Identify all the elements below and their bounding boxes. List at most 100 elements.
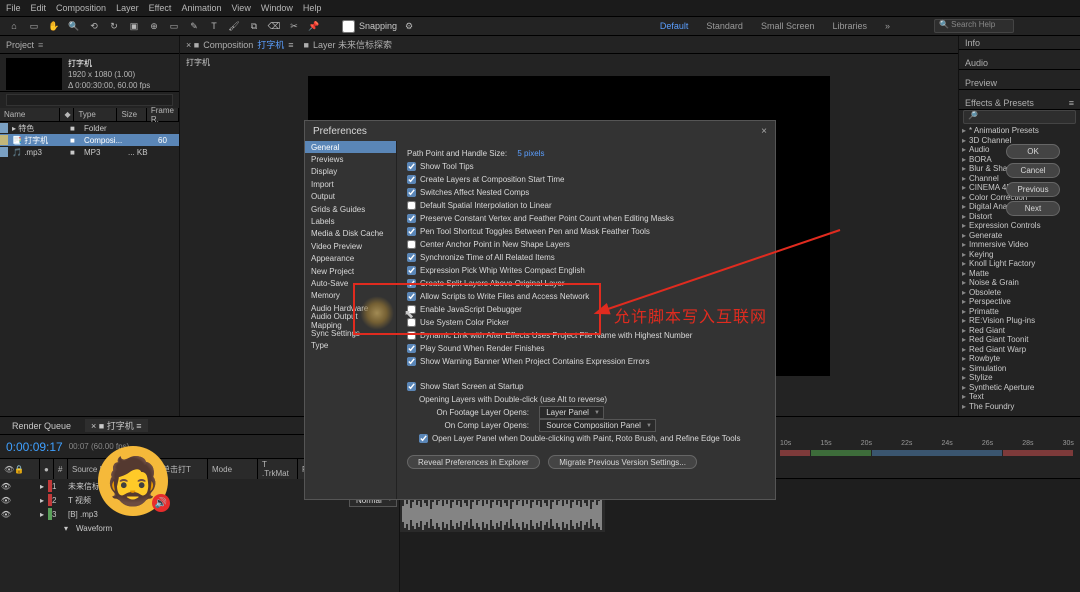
info-panel-header[interactable]: Info: [959, 36, 1080, 50]
project-search-input[interactable]: [6, 94, 173, 106]
opt-playsound-checkbox[interactable]: [407, 344, 416, 353]
fx-category[interactable]: ▸Text: [959, 392, 1080, 402]
opt-startup-checkbox[interactable]: [407, 382, 416, 391]
opt-warnexpr-checkbox[interactable]: [407, 357, 416, 366]
opt-splitabove-checkbox[interactable]: [407, 279, 416, 288]
fx-category[interactable]: ▸Synthetic Aperture: [959, 383, 1080, 393]
opt-anchor-checkbox[interactable]: [407, 240, 416, 249]
prefs-category-video-preview[interactable]: Video Preview: [305, 240, 396, 252]
fx-category[interactable]: ▸Knoll Light Factory: [959, 259, 1080, 269]
path-size-value[interactable]: 5 pixels: [517, 149, 544, 158]
stamp-tool-icon[interactable]: ⧉: [246, 18, 262, 34]
effects-search-input[interactable]: 🔎: [963, 110, 1076, 124]
current-time[interactable]: 0:00:09:17: [6, 440, 63, 454]
fx-category[interactable]: ▸Rowbyte: [959, 354, 1080, 364]
eraser-tool-icon[interactable]: ⌫: [266, 18, 282, 34]
fx-category[interactable]: ▸Keying: [959, 250, 1080, 260]
fx-category[interactable]: ▸Red Giant: [959, 326, 1080, 336]
fx-category[interactable]: ▸The Foundry: [959, 402, 1080, 412]
menu-help[interactable]: Help: [303, 3, 322, 13]
menu-animation[interactable]: Animation: [181, 3, 221, 13]
selection-tool-icon[interactable]: ▭: [26, 18, 42, 34]
workspace-small-screen[interactable]: Small Screen: [761, 21, 815, 31]
prefs-category-audio-output-mapping[interactable]: Audio Output Mapping: [305, 314, 396, 326]
fx-category[interactable]: ▸Simulation: [959, 364, 1080, 374]
puppet-tool-icon[interactable]: 📌: [306, 18, 322, 34]
prefs-category-new-project[interactable]: New Project: [305, 265, 396, 277]
opt-openlayer-checkbox[interactable]: [419, 434, 428, 443]
anchor-tool-icon[interactable]: ⊕: [146, 18, 162, 34]
fx-category[interactable]: ▸Perspective: [959, 297, 1080, 307]
next-button[interactable]: Next: [1006, 201, 1060, 216]
opt-scripts-checkbox[interactable]: [407, 292, 416, 301]
timeline-layer[interactable]: 👁▸3[B] .mp3: [0, 507, 399, 521]
project-row-folder[interactable]: ▸ 特色 ■ Folder: [0, 122, 179, 134]
project-tab[interactable]: Project: [6, 40, 34, 50]
effects-panel-header[interactable]: Effects & Presets≡: [959, 96, 1080, 110]
roto-tool-icon[interactable]: ✂: [286, 18, 302, 34]
fx-category[interactable]: ▸* Animation Presets: [959, 126, 1080, 136]
fx-category[interactable]: ▸Expression Controls: [959, 221, 1080, 231]
tab-render-queue[interactable]: Render Queue: [6, 421, 77, 431]
rotate-tool-icon[interactable]: ↻: [106, 18, 122, 34]
migrate-settings-button[interactable]: Migrate Previous Version Settings...: [548, 455, 697, 469]
ok-button[interactable]: OK: [1006, 144, 1060, 159]
audio-panel-header[interactable]: Audio: [959, 56, 1080, 70]
fx-category[interactable]: ▸Stylize: [959, 373, 1080, 383]
workspace-more-icon[interactable]: »: [885, 21, 890, 31]
menu-edit[interactable]: Edit: [31, 3, 47, 13]
fx-category[interactable]: ▸Immersive Video: [959, 240, 1080, 250]
reveal-prefs-button[interactable]: Reveal Preferences in Explorer: [407, 455, 540, 469]
orbit-tool-icon[interactable]: ⟲: [86, 18, 102, 34]
hand-tool-icon[interactable]: ✋: [46, 18, 62, 34]
menu-window[interactable]: Window: [261, 3, 293, 13]
fx-category[interactable]: ▸Generate: [959, 231, 1080, 241]
previous-button[interactable]: Previous: [1006, 182, 1060, 197]
opt-sync-checkbox[interactable]: [407, 253, 416, 262]
opt-jsdbg-checkbox[interactable]: [407, 305, 416, 314]
cancel-button[interactable]: Cancel: [1006, 163, 1060, 178]
panel-menu-icon[interactable]: ≡: [38, 40, 43, 50]
workspace-standard[interactable]: Standard: [706, 21, 743, 31]
fx-category[interactable]: ▸Red Giant Toonit: [959, 335, 1080, 345]
project-row-audio[interactable]: 🎵 .mp3 ■ MP3 ... KB: [0, 146, 179, 158]
opt-switches-checkbox[interactable]: [407, 188, 416, 197]
opt-syscolor-checkbox[interactable]: [407, 318, 416, 327]
close-icon[interactable]: ×: [761, 126, 767, 137]
menu-view[interactable]: View: [231, 3, 250, 13]
prefs-category-memory[interactable]: Memory: [305, 290, 396, 302]
prefs-category-labels[interactable]: Labels: [305, 215, 396, 227]
fx-category[interactable]: ▸Primatte: [959, 307, 1080, 317]
menu-file[interactable]: File: [6, 3, 21, 13]
shape-tool-icon[interactable]: ▭: [166, 18, 182, 34]
help-search-input[interactable]: 🔍 Search Help: [934, 19, 1014, 33]
pen-tool-icon[interactable]: ✎: [186, 18, 202, 34]
opt-spatial-checkbox[interactable]: [407, 201, 416, 210]
tab-comp[interactable]: × ■ 打字机 ≡: [85, 419, 147, 432]
opt-preserve-checkbox[interactable]: [407, 214, 416, 223]
fx-category[interactable]: ▸Noise & Grain: [959, 278, 1080, 288]
opt-dynlink-checkbox[interactable]: [407, 331, 416, 340]
snapping-checkbox[interactable]: [342, 20, 355, 33]
comp-layer-select[interactable]: Source Composition Panel: [539, 419, 656, 432]
menu-effect[interactable]: Effect: [149, 3, 172, 13]
prefs-category-type[interactable]: Type: [305, 339, 396, 351]
fx-category[interactable]: ▸RE:Vision Plug-ins: [959, 316, 1080, 326]
timeline-waveform-row[interactable]: ▾Waveform: [0, 521, 399, 535]
fx-category[interactable]: ▸Obsolete: [959, 288, 1080, 298]
preview-panel-header[interactable]: Preview: [959, 76, 1080, 90]
opt-pentool-checkbox[interactable]: [407, 227, 416, 236]
fx-category[interactable]: ▸Matte: [959, 269, 1080, 279]
comp-tab[interactable]: × ■ Composition 打字机 ≡: [186, 38, 294, 51]
fx-category[interactable]: ▸Red Giant Warp: [959, 345, 1080, 355]
prefs-category-auto-save[interactable]: Auto-Save: [305, 277, 396, 289]
prefs-category-import[interactable]: Import: [305, 178, 396, 190]
zoom-tool-icon[interactable]: 🔍: [66, 18, 82, 34]
prefs-category-general[interactable]: General: [305, 141, 396, 153]
menu-composition[interactable]: Composition: [56, 3, 106, 13]
camera-tool-icon[interactable]: ▣: [126, 18, 142, 34]
prefs-category-previews[interactable]: Previews: [305, 153, 396, 165]
menu-layer[interactable]: Layer: [116, 3, 139, 13]
brush-tool-icon[interactable]: 🖌: [226, 18, 242, 34]
prefs-category-media-disk-cache[interactable]: Media & Disk Cache: [305, 228, 396, 240]
